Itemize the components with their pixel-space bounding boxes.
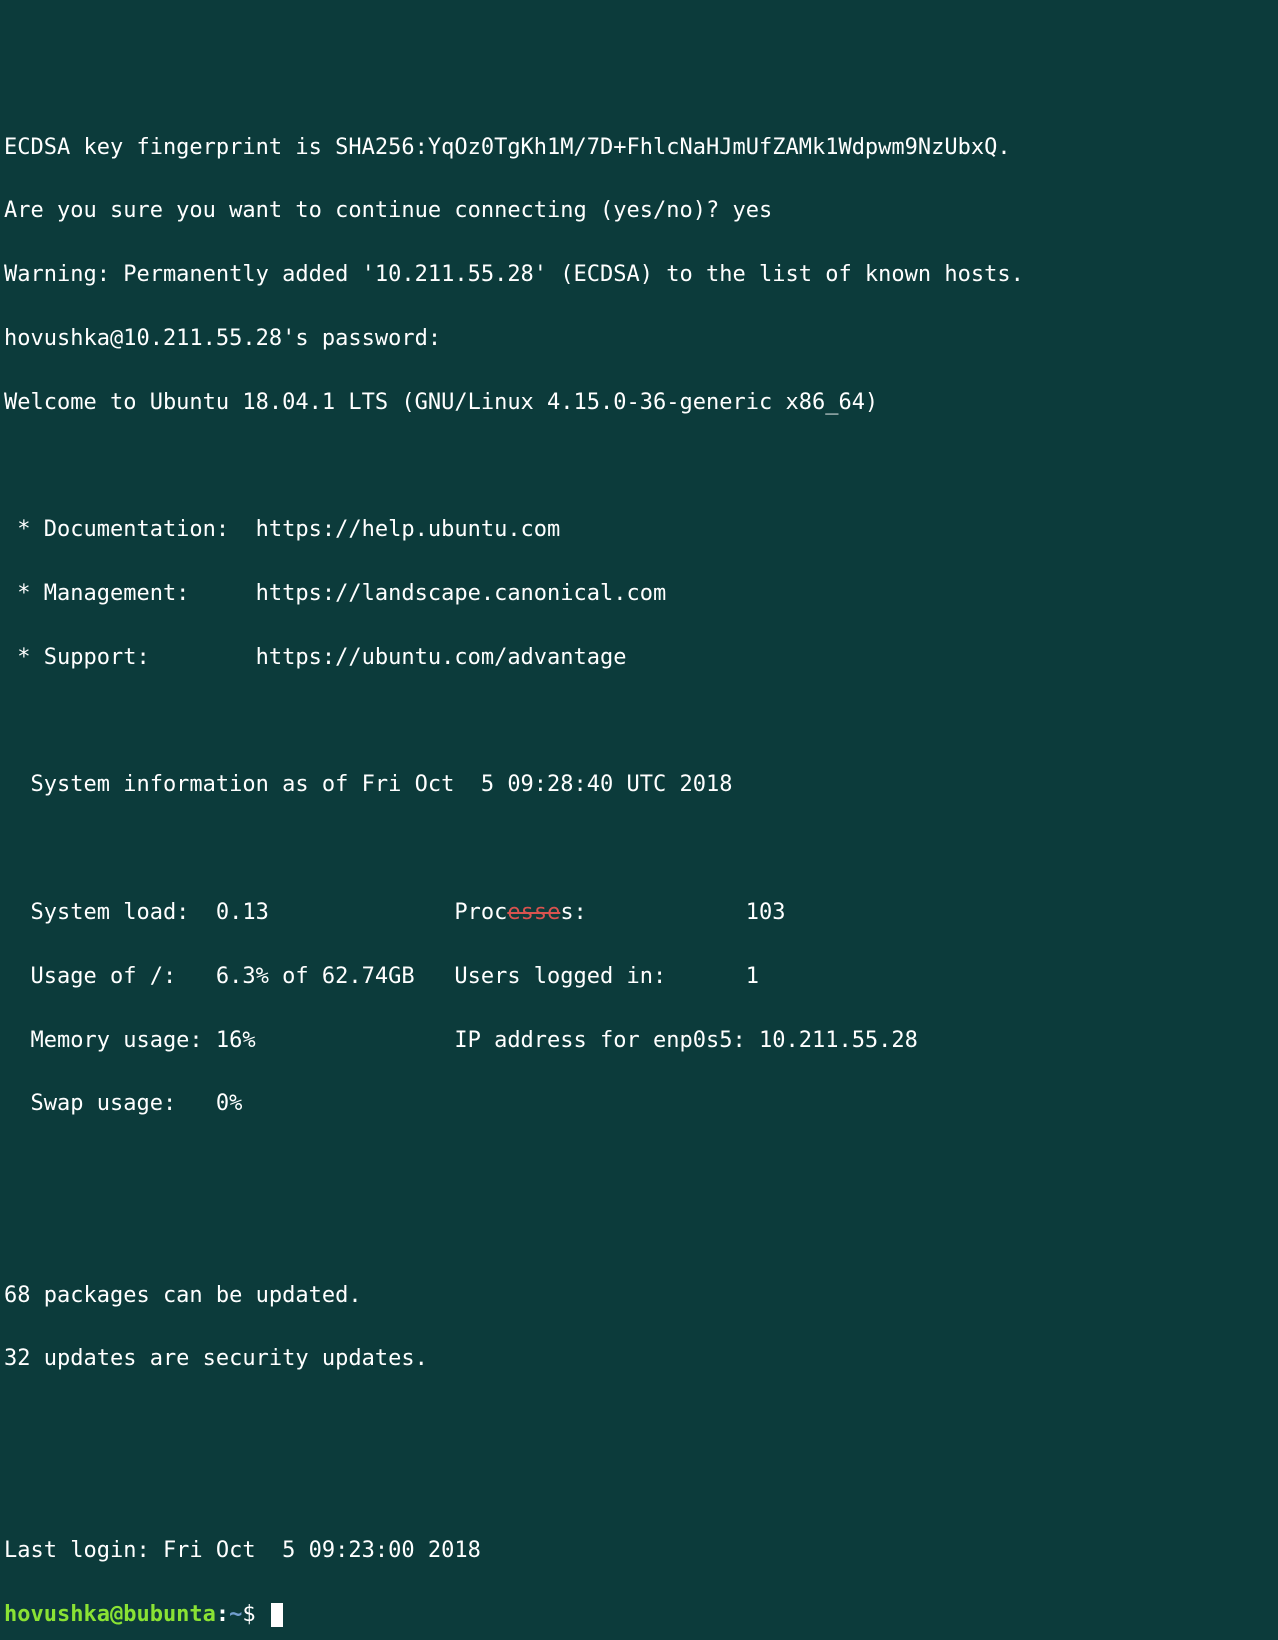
blank-line bbox=[4, 706, 1274, 738]
welcome-banner: Welcome to Ubuntu 18.04.1 LTS (GNU/Linux… bbox=[4, 387, 1274, 419]
blank-line bbox=[4, 450, 1274, 482]
processes-label-b: s: 103 bbox=[560, 900, 785, 925]
sysinfo-row-3: Memory usage: 16% IP address for enp0s5:… bbox=[4, 1025, 1274, 1057]
sysinfo-row-4: Swap usage: 0% bbox=[4, 1088, 1274, 1120]
blank-line bbox=[4, 1216, 1274, 1248]
blank-line bbox=[4, 1471, 1274, 1503]
blank-line bbox=[4, 1152, 1274, 1184]
processes-label-strike: esse bbox=[507, 900, 560, 925]
ssh-warning-line: Warning: Permanently added '10.211.55.28… bbox=[4, 259, 1274, 291]
system-load-label: System load: 0.13 bbox=[4, 900, 454, 925]
motd-documentation: * Documentation: https://help.ubuntu.com bbox=[4, 514, 1274, 546]
ssh-password-line: hovushka@10.211.55.28's password: bbox=[4, 323, 1274, 355]
sysinfo-header: System information as of Fri Oct 5 09:28… bbox=[4, 769, 1274, 801]
processes-label-a: Proc bbox=[454, 900, 507, 925]
prompt-user-host: hovushka@bubunta bbox=[4, 1602, 216, 1627]
security-updates-line: 32 updates are security updates. bbox=[4, 1343, 1274, 1375]
updates-available-line: 68 packages can be updated. bbox=[4, 1280, 1274, 1312]
motd-support: * Support: https://ubuntu.com/advantage bbox=[4, 642, 1274, 674]
blank-line bbox=[4, 1407, 1274, 1439]
shell-prompt[interactable]: hovushka@bubunta:~$ bbox=[4, 1599, 1274, 1631]
ssh-confirm-line: Are you sure you want to continue connec… bbox=[4, 195, 1274, 227]
terminal-cursor[interactable] bbox=[271, 1603, 283, 1627]
blank-line bbox=[4, 833, 1274, 865]
motd-management: * Management: https://landscape.canonica… bbox=[4, 578, 1274, 610]
sysinfo-row-1: System load: 0.13 Processes: 103 bbox=[4, 897, 1274, 929]
last-login-line: Last login: Fri Oct 5 09:23:00 2018 bbox=[4, 1535, 1274, 1567]
sysinfo-row-2: Usage of /: 6.3% of 62.74GB Users logged… bbox=[4, 961, 1274, 993]
prompt-dollar: $ bbox=[242, 1602, 269, 1627]
prompt-path: ~ bbox=[229, 1602, 242, 1627]
prompt-colon: : bbox=[216, 1602, 229, 1627]
ssh-fingerprint-line: ECDSA key fingerprint is SHA256:YqOz0TgK… bbox=[4, 132, 1274, 164]
